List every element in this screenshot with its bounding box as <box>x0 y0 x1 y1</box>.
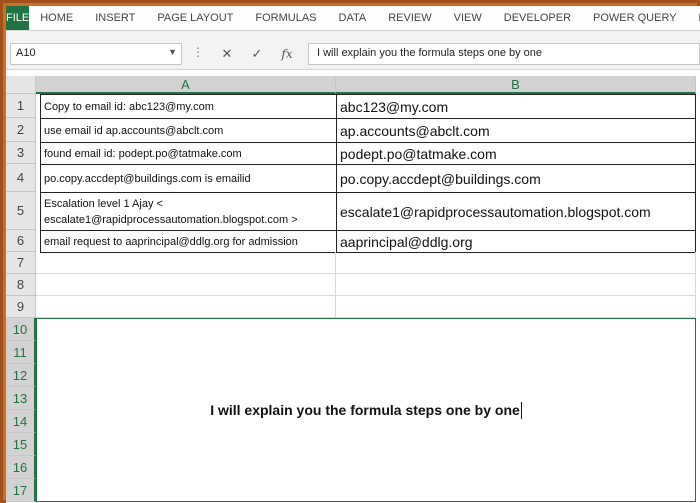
row-header[interactable]: 7 <box>6 252 36 274</box>
formula-input[interactable]: I will explain you the formula steps one… <box>308 43 700 65</box>
cell-b5[interactable]: escalate1@rapidprocessautomation.blogspo… <box>336 192 696 231</box>
select-all-corner[interactable] <box>6 76 36 94</box>
row-header[interactable]: 16 <box>6 456 36 479</box>
row-header[interactable]: 13 <box>6 387 36 410</box>
cell-b7[interactable] <box>336 252 696 274</box>
row-header[interactable]: 3 <box>6 142 36 164</box>
cell-b1[interactable]: abc123@my.com <box>336 94 696 119</box>
tab-view[interactable]: VIEW <box>443 6 493 30</box>
cell-b9[interactable] <box>336 296 696 318</box>
text-cursor <box>520 401 522 419</box>
cell-a9[interactable] <box>36 296 336 318</box>
formula-bar: A10 ▼ ⋮ ✕ ✓ fx I will explain you the fo… <box>6 31 700 70</box>
insert-function-icon[interactable]: fx <box>272 47 302 61</box>
chevron-down-icon[interactable]: ▼ <box>168 47 177 57</box>
column-header-a[interactable]: A <box>36 76 336 94</box>
cell-a2[interactable]: use email id ap.accounts@abclt.com <box>40 118 337 143</box>
tab-power-query[interactable]: POWER QUERY <box>582 6 688 30</box>
tab-data[interactable]: DATA <box>328 6 378 30</box>
cell-a6[interactable]: email request to aaprincipal@ddlg.org fo… <box>40 230 337 253</box>
excel-window: FILE HOME INSERT PAGE LAYOUT FORMULAS DA… <box>6 6 700 503</box>
tab-review[interactable]: REVIEW <box>377 6 442 30</box>
cell-b2[interactable]: ap.accounts@abclt.com <box>336 118 696 143</box>
cell-b8[interactable] <box>336 274 696 296</box>
merged-cell-text: I will explain you the formula steps one… <box>210 402 520 418</box>
tab-file[interactable]: FILE <box>6 6 30 30</box>
cell-b6[interactable]: aaprincipal@ddlg.org <box>336 230 696 253</box>
name-box-value: A10 <box>16 47 36 59</box>
merged-cell-a10[interactable]: I will explain you the formula steps one… <box>36 318 696 502</box>
cell-a5[interactable]: Escalation level 1 Ajay < escalate1@rapi… <box>40 192 337 231</box>
cell-a1[interactable]: Copy to email id: abc123@my.com <box>40 94 337 119</box>
column-header-b[interactable]: B <box>336 76 696 94</box>
row-header[interactable]: 1 <box>6 94 36 118</box>
tab-home[interactable]: HOME <box>29 6 84 30</box>
row-header[interactable]: 14 <box>6 410 36 433</box>
row-header[interactable]: 5 <box>6 192 36 230</box>
cell-a7[interactable] <box>36 252 336 274</box>
row-header[interactable]: 10 <box>6 318 36 341</box>
cancel-icon[interactable]: ✕ <box>212 46 242 62</box>
row-header[interactable]: 9 <box>6 296 36 318</box>
enter-icon[interactable]: ✓ <box>242 46 272 62</box>
row-header[interactable]: 6 <box>6 230 36 252</box>
row-header[interactable]: 15 <box>6 433 36 456</box>
tab-power-pivot[interactable]: POWE <box>688 6 700 30</box>
tab-page-layout[interactable]: PAGE LAYOUT <box>146 6 244 30</box>
row-header[interactable]: 17 <box>6 479 36 502</box>
cell-a8[interactable] <box>36 274 336 296</box>
name-box[interactable]: A10 ▼ <box>10 43 182 65</box>
ribbon-tabs: FILE HOME INSERT PAGE LAYOUT FORMULAS DA… <box>6 6 700 31</box>
tab-insert[interactable]: INSERT <box>84 6 146 30</box>
row-header[interactable]: 4 <box>6 164 36 192</box>
cell-b3[interactable]: podept.po@tatmake.com <box>336 142 696 165</box>
cell-b4[interactable]: po.copy.accdept@buildings.com <box>336 164 696 193</box>
cell-a3[interactable]: found email id: podept.po@tatmake.com <box>40 142 337 165</box>
window-frame: FILE HOME INSERT PAGE LAYOUT FORMULAS DA… <box>0 0 700 503</box>
cell-a4[interactable]: po.copy.accdept@buildings.com is emailid <box>40 164 337 193</box>
row-header[interactable]: 8 <box>6 274 36 296</box>
row-header[interactable]: 12 <box>6 364 36 387</box>
row-header[interactable]: 2 <box>6 118 36 142</box>
tab-developer[interactable]: DEVELOPER <box>493 6 582 30</box>
row-header[interactable]: 11 <box>6 341 36 364</box>
more-options-icon[interactable]: ⋮ <box>192 45 204 59</box>
tab-formulas[interactable]: FORMULAS <box>244 6 327 30</box>
